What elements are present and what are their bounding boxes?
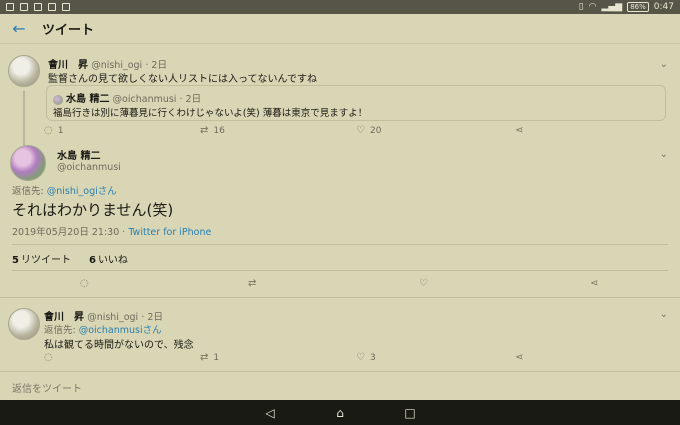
- replying-prefix: 返信先:: [12, 186, 47, 197]
- tweet-reply[interactable]: 會川 昇 @nishi_ogi · 2日 ⌄ 返信先: @oichanmusiさ…: [0, 303, 680, 371]
- reply-count: 1: [57, 125, 64, 136]
- chevron-down-icon[interactable]: ⌄: [660, 309, 668, 320]
- heart-icon: ♡: [419, 278, 428, 289]
- image-icon: [6, 3, 14, 11]
- tweet-text: 私は観てる時間がないので、残念: [44, 340, 194, 351]
- replying-to: 返信先: @oichanmusiさん: [44, 322, 162, 336]
- main-tweet-actions: ◌ ⇄ ♡ ⋖: [0, 278, 680, 292]
- reply-icon: ◌: [44, 352, 53, 363]
- share-icon: ⋖: [515, 125, 524, 136]
- nav-recents-icon[interactable]: □: [403, 406, 417, 420]
- reply-button[interactable]: ◌: [80, 278, 89, 289]
- quote-header: 水島 精二 @oichanmusi · 2日: [53, 90, 201, 105]
- divider: [0, 297, 680, 298]
- heart-icon: ♡: [356, 125, 365, 136]
- divider: [12, 244, 668, 245]
- like-button[interactable]: ♡: [419, 278, 428, 289]
- quoted-tweet[interactable]: 水島 精二 @oichanmusi · 2日 福島行きは別に薄暮見に行くわけじゃ…: [46, 85, 666, 121]
- retweet-button[interactable]: ⇄ 16: [200, 125, 225, 136]
- divider: [12, 270, 668, 271]
- like-button[interactable]: ♡ 20: [356, 125, 381, 136]
- author-name[interactable]: 水島 精二: [57, 147, 100, 162]
- tweet-actions: ◌ 1 ⇄ 16 ♡ 20 ⋖: [0, 125, 680, 137]
- conversation-thread: 會川 昇 @nishi_ogi · 2日 ⌄ 監督さんの見て欲しくない人リストに…: [0, 45, 680, 400]
- retweet-icon: ⇄: [200, 352, 209, 363]
- photo-icon: [20, 3, 28, 11]
- like-label[interactable]: いいね: [98, 255, 128, 266]
- tweet-meta: 2019年05月20日 21:30 · Twitter for iPhone: [12, 224, 211, 238]
- like-total[interactable]: 6: [89, 255, 96, 266]
- retweet-icon: ⇄: [248, 278, 257, 289]
- tweet-header: 會川 昇 @nishi_ogi · 2日: [48, 56, 167, 71]
- replying-to: 返信先: @nishi_ogiさん: [12, 183, 117, 197]
- heart-icon: ♡: [356, 352, 365, 363]
- engagement-counts: 5 リツイート 6 いいね: [12, 251, 128, 266]
- status-system-icons: ▯ ◠ ▂▄▆ 86% 0:47: [579, 2, 674, 12]
- reply-button[interactable]: ◌ 1: [44, 125, 63, 136]
- reply-icon: ◌: [44, 125, 53, 136]
- chevron-down-icon[interactable]: ⌄: [660, 149, 668, 160]
- share-button[interactable]: ⋖: [590, 278, 598, 289]
- retweet-button[interactable]: ⇄: [248, 278, 256, 289]
- tweet-text: 監督さんの見て欲しくない人リストには入ってないんですね: [48, 74, 317, 85]
- tweet-actions: ◌ ⇄ 1 ♡ 3 ⋖: [0, 352, 680, 364]
- reply-icon: ◌: [80, 278, 89, 289]
- replying-to-link[interactable]: @oichanmusiさん: [79, 325, 162, 336]
- like-count: 3: [369, 352, 376, 363]
- clock: 0:47: [653, 2, 674, 12]
- nav-back-icon[interactable]: ◁: [263, 406, 277, 420]
- person-icon: [34, 3, 42, 11]
- retweet-count: 16: [213, 125, 225, 136]
- thread-connector: [23, 91, 25, 147]
- retweet-total[interactable]: 5: [12, 255, 19, 266]
- reply-button[interactable]: ◌: [44, 352, 58, 363]
- replying-to-link[interactable]: @nishi_ogiさん: [47, 186, 117, 197]
- page-title: ツイート: [42, 23, 95, 38]
- author-handle: @oichanmusi: [57, 162, 121, 173]
- tweet-text: それはわかりません(笑): [12, 201, 174, 219]
- app-bar: ← ツイート: [0, 14, 680, 44]
- avatar[interactable]: [8, 308, 40, 340]
- share-icon: ⋖: [515, 352, 524, 363]
- avatar: [53, 94, 63, 105]
- avatar[interactable]: [10, 145, 46, 181]
- bag-icon: [48, 3, 56, 11]
- status-notification-icons: [6, 3, 70, 11]
- like-count: 20: [369, 125, 382, 136]
- chevron-down-icon[interactable]: ⌄: [660, 59, 668, 70]
- reply-placeholder: 返信をツイート: [12, 384, 82, 395]
- retweet-label[interactable]: リツイート: [21, 255, 71, 266]
- tweet-parent[interactable]: 會川 昇 @nishi_ogi · 2日 ⌄ 監督さんの見て欲しくない人リストに…: [0, 49, 680, 147]
- wifi-icon: ◠: [588, 2, 597, 12]
- vibrate-icon: ▯: [578, 2, 584, 12]
- status-bar: ▯ ◠ ▂▄▆ 86% 0:47: [0, 0, 680, 14]
- tweet-source[interactable]: Twitter for iPhone: [128, 227, 211, 238]
- replying-prefix: 返信先:: [44, 325, 79, 336]
- retweet-button[interactable]: ⇄ 1: [200, 352, 219, 363]
- shield-icon: [62, 3, 70, 11]
- retweet-count: 1: [213, 352, 220, 363]
- like-button[interactable]: ♡ 3: [356, 352, 376, 363]
- quote-author-handle: @oichanmusi: [112, 94, 177, 105]
- tweet-header: 會川 昇 @nishi_ogi · 2日: [44, 308, 163, 323]
- quote-author-name: 水島 精二: [66, 94, 110, 105]
- share-button[interactable]: ⋖: [515, 125, 523, 136]
- reply-compose-field[interactable]: 返信をツイート: [0, 371, 680, 400]
- android-nav-bar: ◁ ⌂ □: [0, 400, 680, 425]
- retweet-icon: ⇄: [200, 125, 209, 136]
- quote-time: · 2日: [179, 94, 202, 105]
- share-icon: ⋖: [590, 278, 599, 289]
- nav-home-icon[interactable]: ⌂: [333, 406, 347, 420]
- battery-indicator: 86%: [627, 2, 649, 12]
- share-button[interactable]: ⋖: [515, 352, 523, 363]
- arrow-left-icon[interactable]: ←: [0, 19, 38, 38]
- meta-separator: ·: [119, 227, 129, 238]
- main-tweet: 水島 精二 @oichanmusi ⌄ 返信先: @nishi_ogiさん それ…: [0, 143, 680, 298]
- tweet-datetime: 2019年05月20日 21:30: [12, 227, 120, 238]
- signal-icon: ▂▄▆: [601, 2, 623, 12]
- quote-text: 福島行きは別に薄暮見に行くわけじゃないよ(笑) 薄暮は東京で見ますよ！: [53, 108, 368, 119]
- avatar[interactable]: [8, 55, 40, 87]
